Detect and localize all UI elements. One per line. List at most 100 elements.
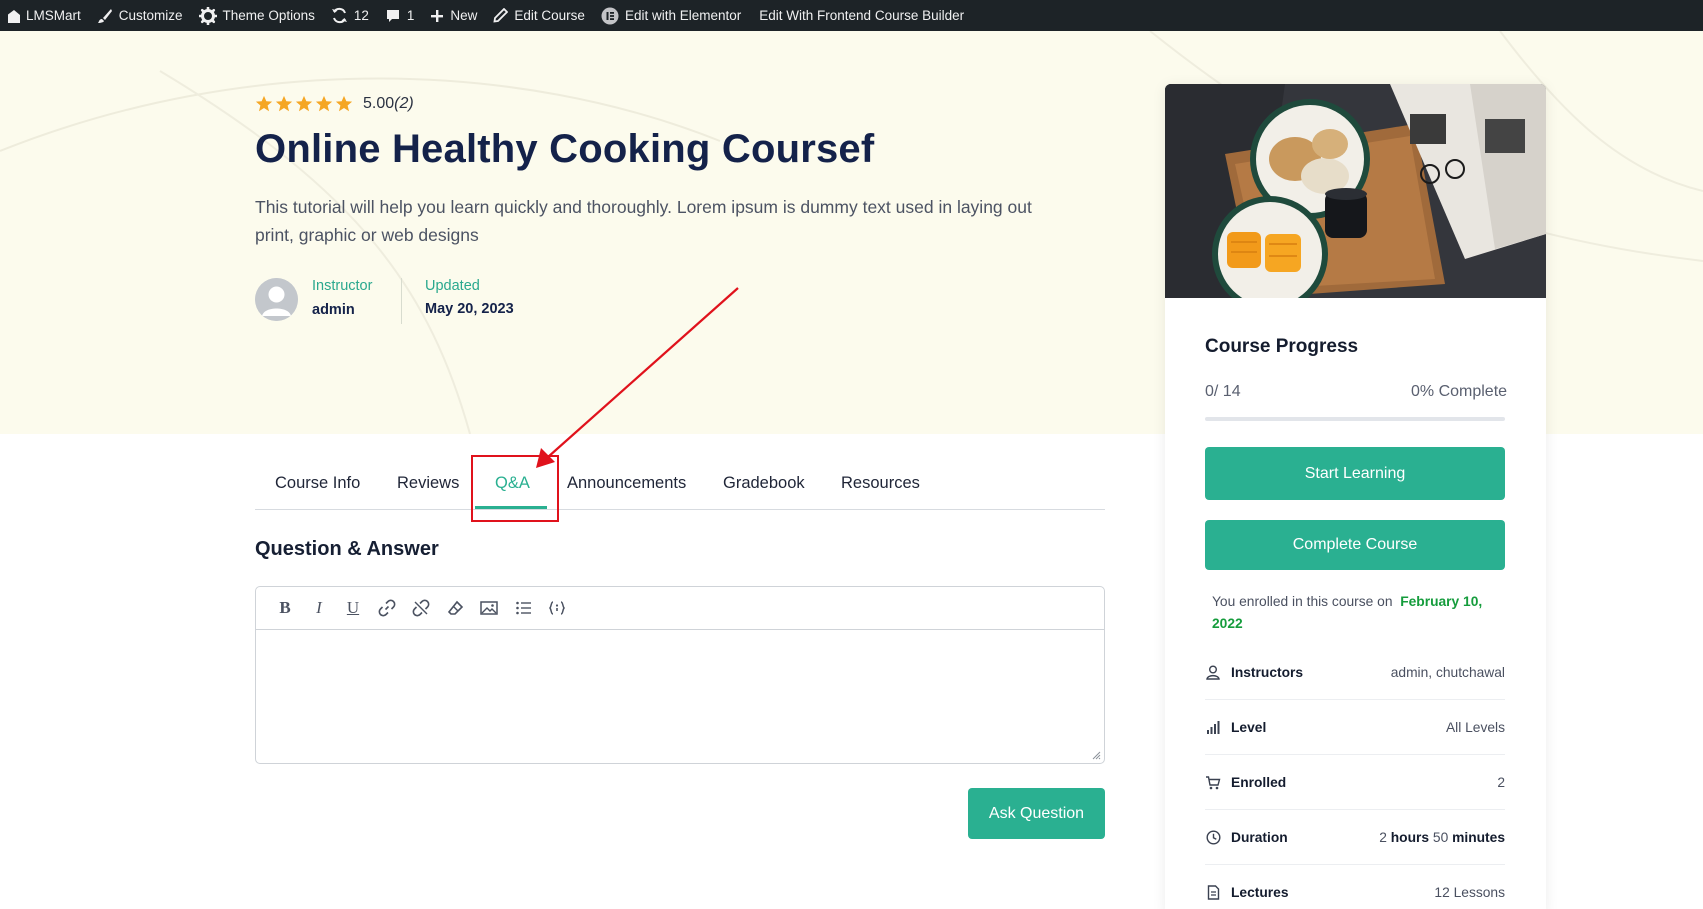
star-icon <box>275 95 293 112</box>
theme-options-label: Theme Options <box>222 8 315 23</box>
admin-bar: LMSMart Customize Theme Options 12 1 New… <box>0 0 1703 31</box>
elementor-icon <box>601 7 619 24</box>
instructor-label: Instructor <box>312 278 373 294</box>
updates-count: 12 <box>353 8 369 23</box>
ask-question-button[interactable]: Ask Question <box>968 788 1105 839</box>
info-row-enrolled: Enrolled 2 <box>1205 755 1505 810</box>
tab-course-info[interactable]: Course Info <box>275 474 360 493</box>
rating-text: 5.00(2) <box>363 95 414 113</box>
eraser-icon[interactable] <box>438 593 472 623</box>
cart-icon <box>1205 774 1221 790</box>
new-label: New <box>450 8 478 23</box>
info-row-lectures: Lectures 12 Lessons <box>1205 865 1505 909</box>
instructors-label: Instructors <box>1231 664 1304 680</box>
course-description: This tutorial will help you learn quickl… <box>255 197 1032 245</box>
tab-announcements[interactable]: Announcements <box>567 474 686 493</box>
instructors-value: admin, chutchawal <box>1390 664 1505 680</box>
duration-hours: 2 <box>1379 829 1387 845</box>
rating-count: (2) <box>394 95 414 112</box>
star-icon <box>255 95 273 112</box>
course-tabs: Course Info Reviews Q&A Announcements Gr… <box>255 462 1105 510</box>
start-learning-button[interactable]: Start Learning <box>1205 447 1505 500</box>
editor-toolbar: B I U <box>256 587 1104 630</box>
comments-item[interactable]: 1 <box>377 0 423 31</box>
lectures-value: 12 Lessons <box>1434 885 1505 900</box>
progress-bar <box>1205 417 1505 421</box>
question-editor: B I U <box>255 586 1105 764</box>
customize-label: Customize <box>118 8 183 23</box>
pencil-icon <box>493 8 509 23</box>
edit-frontend-builder-item[interactable]: Edit With Frontend Course Builder <box>749 0 972 31</box>
course-thumbnail <box>1165 84 1546 298</box>
site-name-item[interactable]: LMSMart <box>0 0 89 31</box>
italic-icon[interactable]: I <box>302 593 336 623</box>
tab-resources[interactable]: Resources <box>841 474 920 493</box>
duration-value: 2 hours 50 minutes <box>1379 830 1505 845</box>
plus-icon <box>431 9 444 22</box>
edit-elementor-label: Edit with Elementor <box>624 8 742 23</box>
course-rating: 5.00(2) <box>255 95 414 113</box>
lectures-label: Lectures <box>1231 885 1289 900</box>
bold-icon[interactable]: B <box>268 593 302 623</box>
info-row-duration: Duration 2 hours 50 minutes <box>1205 810 1505 865</box>
house-icon <box>8 9 20 23</box>
bullet-list-icon[interactable] <box>506 593 540 623</box>
level-value: All Levels <box>1445 719 1505 735</box>
enrolled-label: Enrolled <box>1231 774 1287 790</box>
food-photo-illustration <box>1165 84 1546 298</box>
site-name: LMSMart <box>26 8 81 23</box>
updates-item[interactable]: 12 <box>323 0 377 31</box>
meta-divider <box>401 278 402 324</box>
tab-reviews[interactable]: Reviews <box>397 474 459 493</box>
resize-handle-icon[interactable] <box>1091 750 1101 760</box>
instructor-avatar <box>255 278 298 321</box>
image-icon[interactable] <box>472 593 506 623</box>
star-icon <box>295 95 313 112</box>
unlink-icon[interactable] <box>404 593 438 623</box>
qa-section-title: Question & Answer <box>255 538 439 560</box>
course-title: Online Healthy Cooking Coursef <box>255 127 875 171</box>
customize-item[interactable]: Customize <box>89 0 191 31</box>
underline-icon[interactable]: U <box>336 593 370 623</box>
enrollment-text: You enrolled in this course on <box>1212 594 1393 609</box>
tab-gradebook[interactable]: Gradebook <box>723 474 805 493</box>
info-row-level: Level All Levels <box>1205 700 1505 755</box>
info-row-instructors: Instructors admin, chutchawal <box>1205 645 1505 700</box>
duration-minutes-unit: minutes <box>1452 829 1505 845</box>
duration-label: Duration <box>1231 829 1288 845</box>
instructor-name[interactable]: admin <box>312 302 355 318</box>
qa-highlight-box <box>471 455 559 522</box>
theme-options-item[interactable]: Theme Options <box>191 0 323 31</box>
gear-icon <box>198 6 217 25</box>
enrolled-value: 2 <box>1497 774 1505 790</box>
updated-date: May 20, 2023 <box>425 301 514 317</box>
edit-frontend-label: Edit With Frontend Course Builder <box>759 8 965 23</box>
question-textarea[interactable] <box>256 630 1104 763</box>
edit-course-item[interactable]: Edit Course <box>485 0 593 31</box>
course-progress-title: Course Progress <box>1205 336 1359 357</box>
code-icon[interactable] <box>540 593 574 623</box>
refresh-icon <box>331 7 347 24</box>
rating-value: 5.00 <box>363 95 395 112</box>
progress-percent: 0% Complete <box>1411 383 1508 400</box>
user-avatar-icon <box>255 278 298 321</box>
user-icon <box>1205 664 1221 680</box>
new-item[interactable]: New <box>422 0 485 31</box>
progress-count: 0/ 14 <box>1205 383 1241 400</box>
duration-minutes: 50 <box>1432 829 1449 845</box>
comment-icon <box>386 9 399 22</box>
link-icon[interactable] <box>370 593 404 623</box>
enrollment-note: You enrolled in this course on February … <box>1212 591 1502 635</box>
duration-hours-unit: hours <box>1390 829 1430 845</box>
complete-course-button[interactable]: Complete Course <box>1205 520 1505 570</box>
paintbrush-icon <box>97 8 112 23</box>
level-label: Level <box>1231 719 1267 735</box>
comments-count: 1 <box>406 8 415 23</box>
edit-elementor-item[interactable]: Edit with Elementor <box>593 0 749 31</box>
edit-course-label: Edit Course <box>514 8 585 23</box>
star-icon <box>315 95 333 112</box>
document-icon <box>1205 885 1221 901</box>
clock-icon <box>1205 829 1221 845</box>
signal-bars-icon <box>1205 719 1221 735</box>
star-icon <box>335 95 353 112</box>
